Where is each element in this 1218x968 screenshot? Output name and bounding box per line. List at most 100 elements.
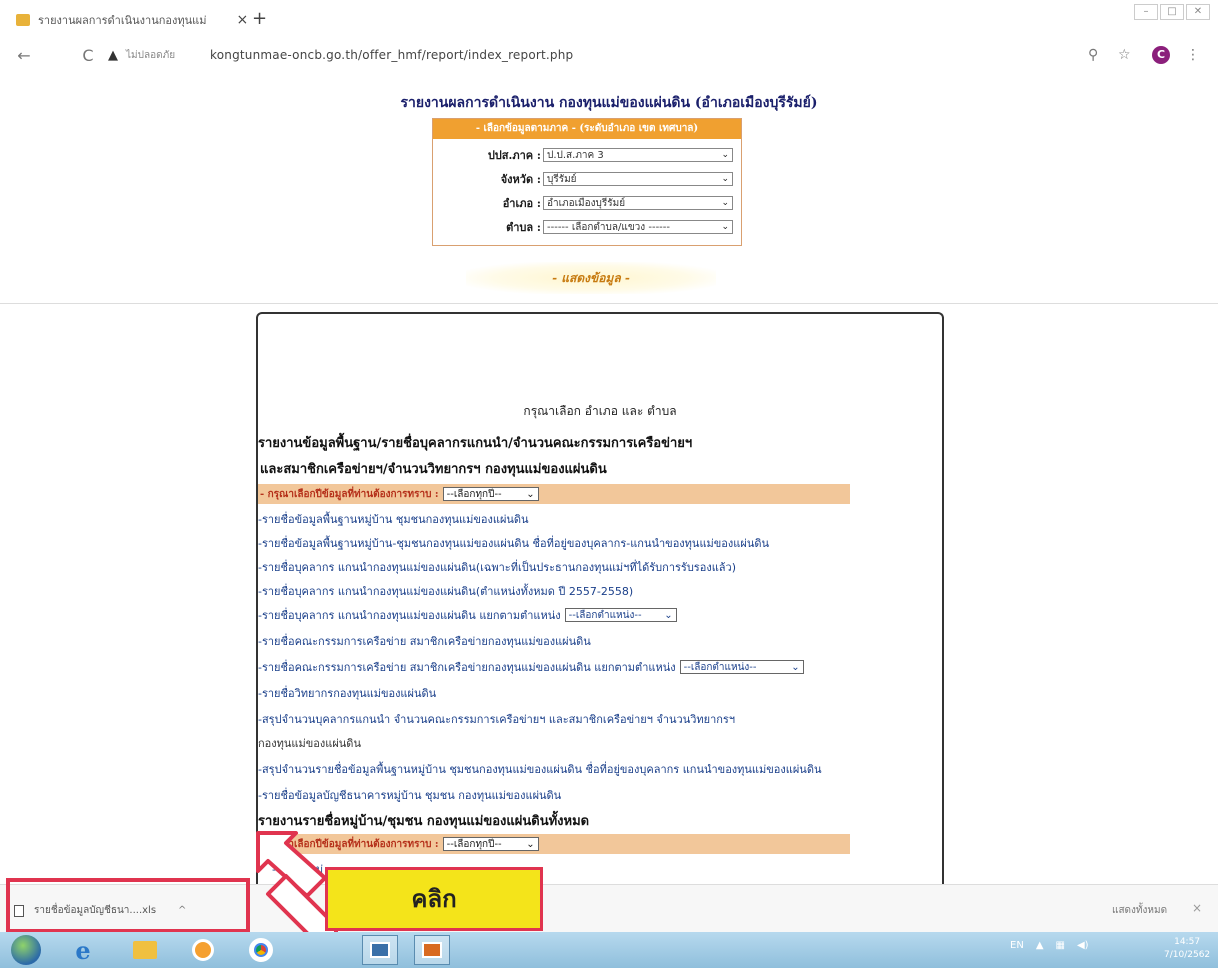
- tab-title: รายงานผลการดำเนินงานกองทุนแม่: [38, 14, 207, 27]
- report-panel: กรุณาเลือก อำเภอ และ ตำบล รายงานข้อมูลพื…: [256, 312, 944, 884]
- language-indicator[interactable]: EN: [1010, 940, 1024, 951]
- chevron-down-icon: ⌄: [526, 838, 535, 850]
- show-data-button[interactable]: - แสดงข้อมูล -: [466, 262, 716, 294]
- chevron-down-icon: ⌄: [721, 222, 729, 232]
- start-button[interactable]: [6, 935, 46, 965]
- windows-logo-icon: [11, 935, 41, 965]
- report-link-continued[interactable]: กองทุนแม่ของแผ่นดิน: [258, 734, 361, 752]
- media-player-icon[interactable]: [186, 935, 220, 965]
- year-filter-label: - กรุณาเลือกปีข้อมูลที่ท่านต้องการทราบ :: [260, 488, 439, 500]
- region-filter-box: - เลือกข้อมูลตามภาค - (ระดับอำเภอ เขต เท…: [432, 118, 742, 246]
- zoom-icon[interactable]: ⚲: [1088, 47, 1098, 63]
- report-link[interactable]: -รายชื่อบุคลากร แกนนำกองทุนแม่ของแผ่นดิน…: [258, 558, 736, 576]
- bookmark-star-icon[interactable]: ☆: [1118, 47, 1131, 63]
- filter-row-province: จังหวัด : บุรีรัมย์ ⌄: [433, 169, 733, 189]
- region-select-value: ป.ป.ส.ภาค 3: [547, 149, 604, 161]
- close-download-bar-icon[interactable]: ×: [1192, 901, 1202, 915]
- report-link[interactable]: -รายชื่อคณะกรรมการเครือข่าย สมาชิกเครือข…: [258, 658, 676, 676]
- year-select-value: --เลือกทุกปี--: [446, 488, 502, 500]
- volume-icon[interactable]: ◀): [1077, 940, 1089, 951]
- report-link[interactable]: -รายชื่อบุคลากร แกนนำกองทุนแม่ของแผ่นดิน…: [258, 582, 633, 600]
- report-link[interactable]: -รายชื่อข้อมูลพื้นฐานหมู่บ้าน-ชุมชนกองทุ…: [258, 534, 769, 552]
- maximize-button[interactable]: □: [1160, 4, 1184, 20]
- filter-header: - เลือกข้อมูลตามภาค - (ระดับอำเภอ เขต เท…: [433, 119, 741, 139]
- report-heading-line2: และสมาชิกเครือข่ายฯ/จำนวนวิทยากรฯ กองทุน…: [260, 462, 607, 477]
- village-year-filter-bar: - กรุณาเลือกปีข้อมูลที่ท่านต้องการทราบ :…: [258, 834, 850, 854]
- district-label: อำเภอ :: [502, 197, 541, 210]
- region-label: ปปส.ภาค :: [487, 149, 541, 162]
- chevron-down-icon: ⌄: [664, 609, 673, 621]
- system-tray: EN ▲ ▦ ◀): [1010, 940, 1089, 951]
- tab-strip: รายงานผลการดำเนินงานกองทุนแม่ × + – □ ✕: [0, 0, 1218, 36]
- new-tab-button[interactable]: +: [252, 8, 267, 29]
- close-window-button[interactable]: ✕: [1186, 4, 1210, 20]
- chevron-down-icon: ⌄: [526, 488, 535, 500]
- report-link[interactable]: -สรุปจำนวนรายชื่อข้อมูลพื้นฐานหมู่บ้าน ช…: [258, 760, 822, 778]
- network-icon[interactable]: ▦: [1056, 940, 1065, 951]
- filter-row-district: อำเภอ : อำเภอเมืองบุรีรัมย์ ⌄: [433, 193, 733, 213]
- province-select-value: บุรีรัมย์: [547, 173, 577, 185]
- village-year-select[interactable]: --เลือกทุกปี-- ⌄: [442, 837, 539, 851]
- village-year-filter-label: - กรุณาเลือกปีข้อมูลที่ท่านต้องการทราบ :: [260, 838, 439, 850]
- profile-avatar[interactable]: C: [1152, 46, 1170, 64]
- back-arrow-icon[interactable]: ←: [14, 46, 34, 65]
- chevron-down-icon: ⌄: [721, 198, 729, 208]
- menu-dots-icon[interactable]: ⋮: [1186, 47, 1200, 63]
- year-select[interactable]: --เลือกทุกปี-- ⌄: [442, 487, 539, 501]
- district-select-value: อำเภอเมืองบุรีรัมย์: [547, 197, 626, 209]
- click-callout: คลิก: [325, 867, 543, 931]
- taskbar: e EN ▲ ▦ ◀) 14:57 7/10/2562: [0, 932, 1218, 968]
- address-bar: ← C ▲ ไม่ปลอดภัย kongtunmae-oncb.go.th/o…: [0, 38, 1218, 72]
- highlight-box: [6, 878, 250, 933]
- browser-tab[interactable]: รายงานผลการดำเนินงานกองทุนแม่ ×: [16, 8, 248, 32]
- chrome-icon[interactable]: [244, 935, 278, 965]
- network-position-select[interactable]: --เลือกตำแหน่ง-- ⌄: [679, 660, 804, 674]
- report-link-network-by-position: -รายชื่อคณะกรรมการเครือข่าย สมาชิกเครือข…: [258, 658, 804, 676]
- province-select[interactable]: บุรีรัมย์ ⌄: [543, 172, 733, 186]
- folder-icon[interactable]: [128, 935, 162, 965]
- url-field[interactable]: kongtunmae-oncb.go.th/offer_hmf/report/i…: [210, 48, 573, 62]
- security-label[interactable]: ไม่ปลอดภัย: [126, 48, 175, 63]
- tab-close-icon[interactable]: ×: [236, 12, 248, 28]
- report-link[interactable]: -สรุปจำนวนบุคลากรแกนนำ จำนวนคณะกรรมการเค…: [258, 710, 735, 728]
- filter-row-region: ปปส.ภาค : ป.ป.ส.ภาค 3 ⌄: [433, 145, 733, 165]
- village-year-select-value: --เลือกทุกปี--: [446, 838, 502, 850]
- report-link[interactable]: -รายชื่อข้อมูลบัญชีธนาคารหมู่บ้าน ชุมชน …: [258, 786, 561, 804]
- province-label: จังหวัด :: [500, 173, 541, 186]
- network-position-select-value: --เลือกตำแหน่ง--: [683, 661, 757, 673]
- subdistrict-select-value: ------ เลือกตำบล/แขวง ------: [547, 221, 670, 233]
- village-report-heading: รายงานรายชื่อหมู่บ้าน/ชุมชน กองทุนแม่ของ…: [258, 814, 590, 829]
- tray-arrow-icon[interactable]: ▲: [1036, 940, 1044, 951]
- site-favicon-icon: [16, 14, 30, 26]
- clock[interactable]: 14:57 7/10/2562: [1164, 936, 1210, 962]
- report-link[interactable]: -รายชื่อข้อมูลพื้นฐานหมู่บ้าน ชุมชนกองทุ…: [258, 510, 529, 528]
- report-link[interactable]: -รายชื่อบุคลากร แกนนำกองทุนแม่ของแผ่นดิน…: [258, 606, 561, 624]
- report-heading-line1: รายงานข้อมูลพื้นฐาน/รายชื่อบุคลากรแกนนำ/…: [258, 436, 693, 451]
- page-title: รายงานผลการดำเนินงาน กองทุนแม่ของแผ่นดิน…: [400, 95, 818, 111]
- warning-icon[interactable]: ▲: [108, 48, 118, 63]
- report-link-by-position: -รายชื่อบุคลากร แกนนำกองทุนแม่ของแผ่นดิน…: [258, 606, 677, 624]
- reload-icon[interactable]: C: [78, 46, 98, 65]
- clock-date: 7/10/2562: [1164, 950, 1211, 960]
- report-link[interactable]: -รายชื่อคณะกรรมการเครือข่าย สมาชิกเครือข…: [258, 632, 591, 650]
- panel-prompt: กรุณาเลือก อำเภอ และ ตำบล: [523, 404, 677, 418]
- minimize-button[interactable]: –: [1134, 4, 1158, 20]
- position-select[interactable]: --เลือกตำแหน่ง-- ⌄: [564, 608, 677, 622]
- show-all-downloads-link[interactable]: แสดงทั้งหมด: [1112, 903, 1167, 918]
- clock-time: 14:57: [1174, 937, 1201, 947]
- divider: [0, 303, 1218, 304]
- district-select[interactable]: อำเภอเมืองบุรีรัมย์ ⌄: [543, 196, 733, 210]
- year-filter-bar: - กรุณาเลือกปีข้อมูลที่ท่านต้องการทราบ :…: [258, 484, 850, 504]
- subdistrict-label: ตำบล :: [506, 221, 541, 234]
- window-controls: – □ ✕: [1134, 4, 1210, 20]
- region-select[interactable]: ป.ป.ส.ภาค 3 ⌄: [543, 148, 733, 162]
- report-link[interactable]: -รายชื่อวิทยากรกองทุนแม่ของแผ่นดิน: [258, 684, 436, 702]
- taskbar-app-window-icon[interactable]: [414, 935, 450, 965]
- subdistrict-select[interactable]: ------ เลือกตำบล/แขวง ------ ⌄: [543, 220, 733, 234]
- taskbar-app-window-icon[interactable]: [362, 935, 398, 965]
- internet-explorer-icon[interactable]: e: [66, 935, 100, 965]
- chevron-down-icon: ⌄: [791, 661, 800, 673]
- village-list-link[interactable]: -รายชื่อหมู่: [272, 860, 323, 878]
- chevron-down-icon: ⌄: [721, 174, 729, 184]
- position-select-value: --เลือกตำแหน่ง--: [568, 609, 642, 621]
